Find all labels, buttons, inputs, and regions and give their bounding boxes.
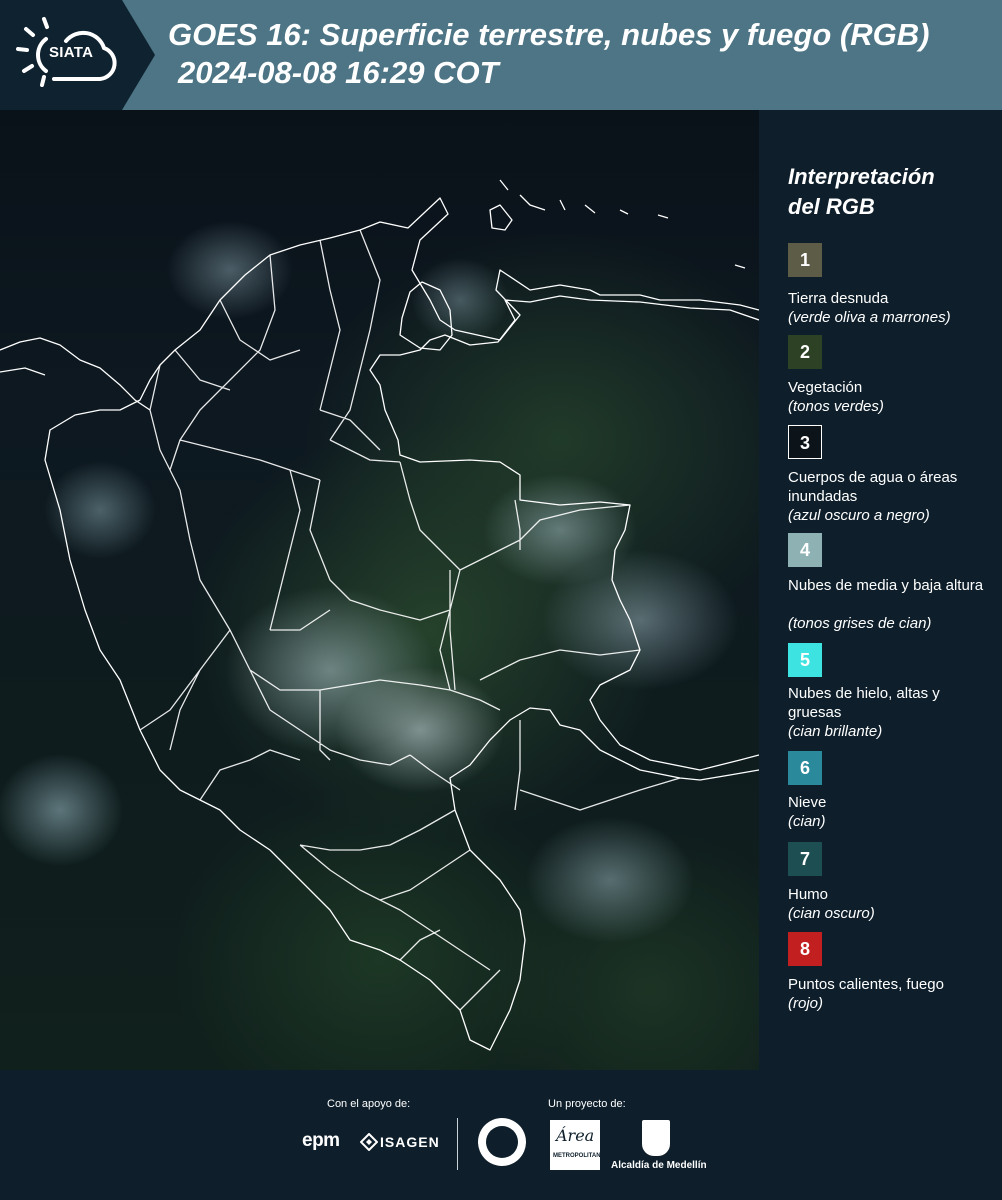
legend-note: (tonos verdes) <box>788 398 884 415</box>
logo-panel: SIATA <box>0 0 155 110</box>
siata-logo-text: SIATA <box>49 44 94 61</box>
legend-label: Nieve <box>788 794 827 811</box>
legend-label: Vegetación <box>788 379 863 396</box>
project-label: Un proyecto de: <box>548 1098 626 1110</box>
footer-divider <box>457 1118 458 1170</box>
area-metropolitana-script: Área <box>556 1126 595 1145</box>
panama-outline <box>0 337 151 411</box>
legend-label: Puntos calientes, fuego <box>788 976 944 993</box>
legend-note: (verde oliva a marrones) <box>788 309 951 326</box>
country-outline <box>44 197 759 1051</box>
legend-label: Nubes de hielo, altas y gruesas <box>788 685 940 721</box>
legend-note: (cian oscuro) <box>788 905 875 922</box>
legend-swatch-1: 1 <box>788 243 822 277</box>
legend-swatch-8: 8 <box>788 932 822 966</box>
isagen-logo: ISAGEN <box>380 1134 440 1150</box>
legend-label: Cuerpos de agua o áreas inundadas <box>788 469 958 505</box>
legend-swatch-6: 6 <box>788 751 822 785</box>
legend-label: Tierra desnuda <box>788 290 889 307</box>
header: SIATA GOES 16: Superficie terrestre, nub… <box>0 0 1002 110</box>
department-boundaries <box>139 229 681 1011</box>
legend-swatch-5: 5 <box>788 643 822 677</box>
legend-swatch-4: 4 <box>788 533 822 567</box>
legend-note: (azul oscuro a negro) <box>788 507 930 524</box>
legend-label: Nubes de media y baja altura <box>788 577 984 594</box>
alcaldia-medellin-label: Alcaldía de Medellín <box>611 1160 707 1171</box>
boundaries-overlay <box>0 179 759 1051</box>
legend-note: (cian) <box>788 813 826 830</box>
legend-title-line2: del RGB <box>788 194 875 219</box>
legend-swatch-3: 3 <box>788 425 822 459</box>
support-label: Con el apoyo de: <box>327 1098 411 1110</box>
legend-note: (rojo) <box>788 995 824 1012</box>
page-subtitle-datetime: 2024-08-08 16:29 COT <box>178 55 499 90</box>
isagen-mark-icon <box>360 1133 378 1151</box>
legend-title-line1: Interpretación <box>788 164 935 189</box>
area-metropolitana-logo: Área METROPOLITANA <box>550 1120 605 1170</box>
legend-title: Interpretación del RGB <box>788 162 988 222</box>
legend-swatch-2: 2 <box>788 335 822 369</box>
legend-note: (cian brillante) <box>788 723 883 740</box>
satellite-map <box>0 110 759 1070</box>
page-title: GOES 16: Superficie terrestre, nubes y f… <box>168 17 930 52</box>
legend-swatch-7: 7 <box>788 842 822 876</box>
seal-emblem <box>486 1126 518 1158</box>
university-seal-icon <box>478 1118 526 1166</box>
legend-note: (tonos grises de cian) <box>788 615 932 632</box>
medellin-shield-icon <box>642 1120 670 1156</box>
epm-logo: epm <box>302 1130 340 1151</box>
legend-label: Humo <box>788 886 829 903</box>
area-metropolitana-text: METROPOLITANA <box>553 1153 605 1159</box>
